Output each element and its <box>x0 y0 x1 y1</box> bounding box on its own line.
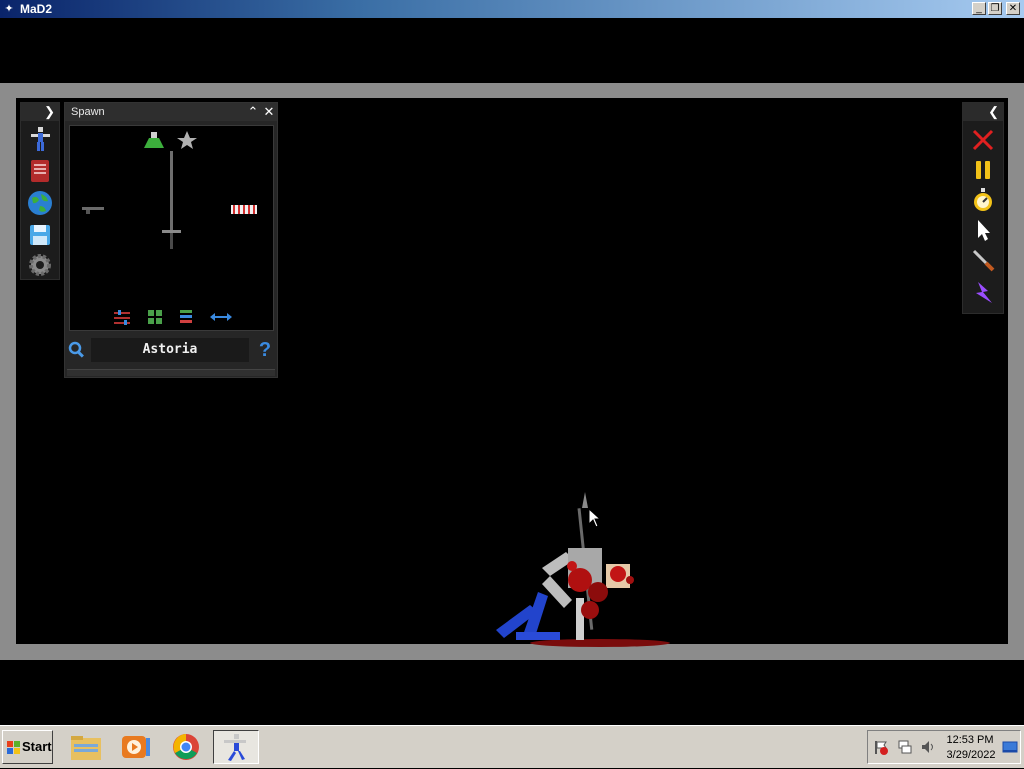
close-panel-icon[interactable]: ✕ <box>261 104 277 120</box>
right-tool-strip: ❮ <box>962 102 1004 314</box>
clock-date[interactable]: 3/29/2022 <box>945 749 997 761</box>
right-strip-header: ❮ <box>963 103 1003 121</box>
clock-time[interactable]: 12:53 PM <box>945 734 995 746</box>
taskbar: Start 12:53 PM 3/29/2022 <box>0 725 1024 768</box>
search-row: Astoria ? <box>65 335 277 365</box>
ragdoll-scene[interactable] <box>480 480 700 650</box>
spawn-panel-title: Spawn <box>71 106 105 118</box>
help-icon[interactable]: ? <box>257 339 273 361</box>
volume-icon[interactable] <box>920 739 936 755</box>
spawn-item-grid <box>69 125 274 331</box>
minimize-button[interactable]: _ <box>972 2 986 15</box>
spear-tip <box>582 492 588 508</box>
expand-chevron-icon[interactable]: ❯ <box>44 104 55 120</box>
window-title: MaD2 <box>20 2 53 16</box>
grid-icon[interactable] <box>148 310 162 324</box>
close-x-icon[interactable] <box>970 127 996 153</box>
knife-icon[interactable] <box>970 247 996 273</box>
app-icon: ✦ <box>4 3 14 15</box>
book-icon[interactable] <box>26 157 54 185</box>
gear-icon[interactable] <box>26 251 54 279</box>
media-player-icon[interactable] <box>114 730 160 764</box>
spawn-panel: Spawn ⌃ ✕ Astoria ? <box>64 102 278 378</box>
flask-icon[interactable] <box>144 132 164 148</box>
network-icon[interactable] <box>897 739 913 755</box>
chrome-icon[interactable] <box>164 730 210 764</box>
spawn-panel-header: Spawn ⌃ ✕ <box>65 103 277 121</box>
collapse-chevron-icon[interactable]: ⌃ <box>245 104 261 120</box>
search-icon[interactable] <box>67 340 87 360</box>
spawn-panel-footer <box>67 369 275 376</box>
show-desktop-icon[interactable] <box>1002 739 1018 755</box>
restore-button[interactable]: ❐ <box>988 2 1002 15</box>
sliders-icon[interactable] <box>114 310 130 325</box>
pointer-icon[interactable] <box>970 217 996 243</box>
star-icon[interactable] <box>177 131 197 149</box>
start-label: Start <box>22 739 52 754</box>
pause-icon[interactable] <box>970 157 996 183</box>
system-tray: 12:53 PM 3/29/2022 <box>867 730 1021 764</box>
collapse-chevron-icon[interactable]: ❮ <box>988 104 999 120</box>
mouse-cursor-icon <box>588 507 602 528</box>
globe-icon[interactable] <box>26 189 54 217</box>
left-tool-strip: ❯ <box>20 102 60 280</box>
mad2-icon[interactable] <box>213 730 259 764</box>
file-explorer-icon[interactable] <box>64 730 110 764</box>
rifle-icon[interactable] <box>82 207 104 214</box>
list-icon[interactable] <box>180 310 192 323</box>
title-bar: ✦ MaD2 _ ❐ ✕ <box>0 0 1024 18</box>
stopwatch-icon[interactable] <box>970 187 996 213</box>
start-button[interactable]: Start <box>2 730 53 764</box>
save-icon[interactable] <box>26 221 54 249</box>
striped-block-icon[interactable] <box>231 205 257 214</box>
humanoid-icon[interactable] <box>26 125 54 153</box>
close-button[interactable]: ✕ <box>1006 2 1020 15</box>
search-input[interactable]: Astoria <box>91 338 249 362</box>
swap-icon[interactable] <box>210 313 232 321</box>
action-center-flag-icon[interactable] <box>873 739 889 755</box>
lightning-icon[interactable] <box>970 279 996 305</box>
left-strip-header: ❯ <box>21 103 59 121</box>
windows-flag-icon <box>7 741 21 755</box>
sword-icon[interactable] <box>162 151 181 249</box>
